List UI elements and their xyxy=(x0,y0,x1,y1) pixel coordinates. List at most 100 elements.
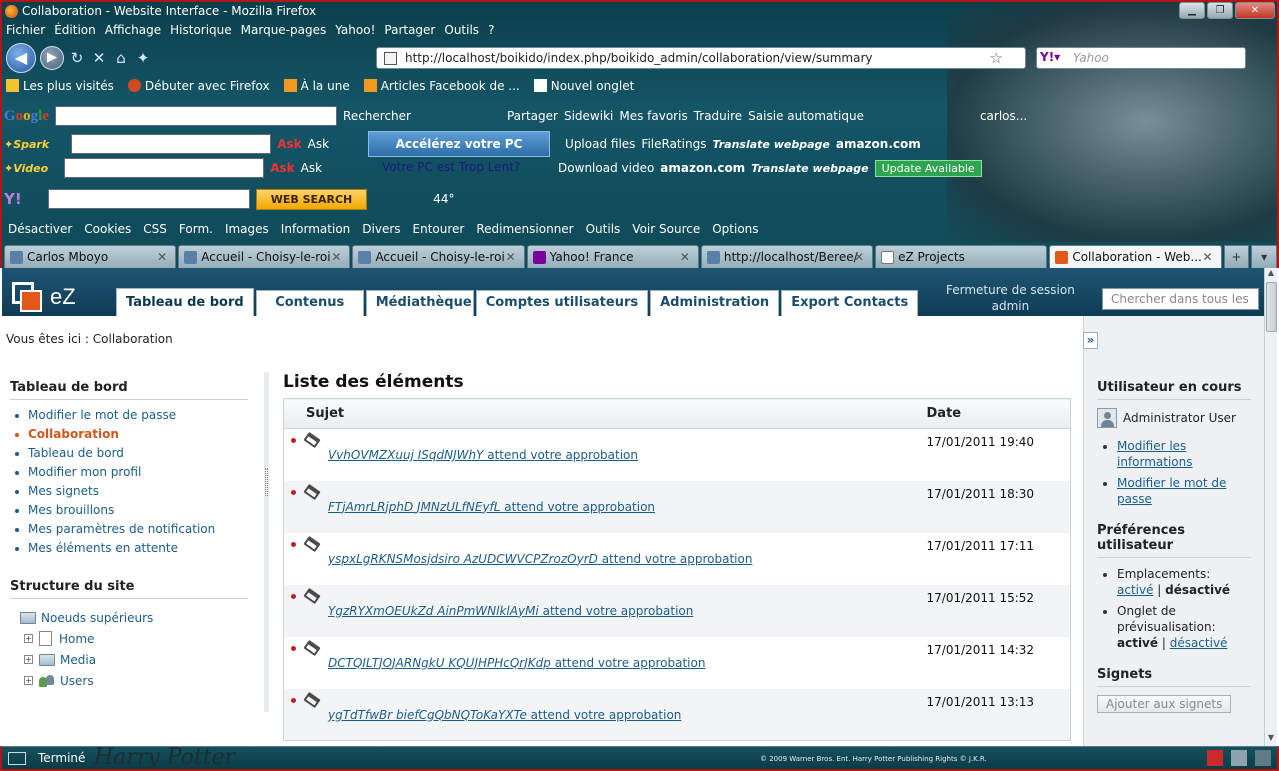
scrollbar-thumb[interactable] xyxy=(1266,282,1277,332)
wd-desactiver[interactable]: Désactiver xyxy=(8,222,72,236)
menu-modifier-profil[interactable]: Modifier mon profil xyxy=(10,465,248,479)
web-search-button[interactable]: WEB SEARCH xyxy=(255,188,368,210)
scroll-up-icon[interactable]: ▲ xyxy=(1265,268,1277,281)
tab-yahoo-france[interactable]: Yahoo! France ✕ xyxy=(526,245,699,268)
minimize-button[interactable]: ▁ xyxy=(1179,2,1205,19)
expand-icon[interactable]: + xyxy=(24,655,33,664)
collapse-right-sidebar-button[interactable]: » xyxy=(1083,332,1098,349)
item-link[interactable]: YgzRYXmOEUkZd AinPmWNlklAyMi attend votr… xyxy=(328,604,693,618)
home-icon[interactable]: ⌂ xyxy=(112,49,130,67)
search-bar[interactable]: Y!▾ Yahoo xyxy=(1036,47,1246,69)
back-button-icon[interactable]: ◀ xyxy=(6,43,36,73)
menu-yahoo[interactable]: Yahoo! xyxy=(335,23,375,37)
bookmark-item[interactable]: Nouvel onglet xyxy=(533,79,634,93)
translate-webpage-button-2[interactable]: Translate webpage xyxy=(751,162,868,175)
accelerate-pc-button[interactable]: Accélérez votre PC xyxy=(368,131,550,157)
tab-list-icon[interactable]: ▾ xyxy=(1251,245,1277,268)
item-link[interactable]: FTjAmrLRjphD JMNzULfNEyfL attend votre a… xyxy=(328,500,655,514)
menu-historique[interactable]: Historique xyxy=(170,23,232,37)
bookmark-item[interactable]: À la une xyxy=(283,79,350,93)
tab-mediatheque[interactable]: Médiathèque xyxy=(365,290,474,316)
file-ratings-button[interactable]: FileRatings xyxy=(641,137,706,151)
item-link[interactable]: yspxLgRKNSMosjdsiro AzUDCWVCPZrozOyrD at… xyxy=(328,552,752,566)
wd-form[interactable]: Form. xyxy=(179,222,213,236)
tree-node-users[interactable]: + Users xyxy=(10,670,248,691)
menu-parametres-notification[interactable]: Mes paramètres de notification xyxy=(10,522,248,536)
pdf-icon[interactable] xyxy=(1207,750,1223,766)
forward-button-icon[interactable]: ▶ xyxy=(40,46,64,70)
menu-partager[interactable]: Partager xyxy=(384,23,435,37)
google-sidewiki-button[interactable]: Sidewiki xyxy=(564,109,613,123)
amazon-link-2[interactable]: amazon.com xyxy=(660,161,745,175)
wd-divers[interactable]: Divers xyxy=(362,222,400,236)
menu-mes-brouillons[interactable]: Mes brouillons xyxy=(10,503,248,517)
tree-node-home[interactable]: + Home xyxy=(10,628,248,649)
tab-close-icon[interactable]: ✕ xyxy=(331,250,341,264)
addon-status-icon[interactable] xyxy=(1231,750,1247,766)
spark-search-input[interactable] xyxy=(71,134,272,154)
google-rechercher-button[interactable]: Rechercher xyxy=(343,109,411,123)
close-button[interactable]: ✕ xyxy=(1235,2,1275,19)
stop-icon[interactable]: ✕ xyxy=(90,49,108,67)
reload-icon[interactable]: ↻ xyxy=(68,49,86,67)
tab-close-icon[interactable]: ✕ xyxy=(680,250,690,264)
translate-webpage-button[interactable]: Translate webpage xyxy=(712,138,829,151)
tab-choisy-1[interactable]: Accueil - Choisy-le-roi ✕ xyxy=(178,245,351,268)
maximize-button[interactable]: ❐ xyxy=(1207,2,1233,19)
ask-label-2[interactable]: Ask xyxy=(301,161,322,175)
bookmark-star-icon[interactable]: ☆ xyxy=(990,49,1003,67)
menu-collaboration[interactable]: Collaboration xyxy=(10,427,248,441)
add-bookmark-button[interactable]: Ajouter aux signets xyxy=(1097,695,1232,713)
menu-marque-pages[interactable]: Marque-pages xyxy=(241,23,327,37)
wd-images[interactable]: Images xyxy=(225,222,269,236)
wd-entourer[interactable]: Entourer xyxy=(413,222,465,236)
wd-options[interactable]: Options xyxy=(712,222,758,236)
edit-info-link[interactable]: Modifier les informations xyxy=(1097,438,1251,470)
item-link[interactable]: VvhOVMZXuuj ISqdNJWhY attend votre appro… xyxy=(328,448,638,462)
wd-css[interactable]: CSS xyxy=(143,222,167,236)
menu-modifier-mot-de-passe[interactable]: Modifier le mot de passe xyxy=(10,408,248,422)
tab-close-icon[interactable]: ✕ xyxy=(157,250,167,264)
bookmark-item[interactable]: Débuter avec Firefox xyxy=(127,79,270,93)
wd-voir-source[interactable]: Voir Source xyxy=(632,222,700,236)
tab-carlos-mboyo[interactable]: Carlos Mboyo ✕ xyxy=(4,245,177,268)
wd-redimensionner[interactable]: Redimensionner xyxy=(476,222,573,236)
menu-outils[interactable]: Outils xyxy=(444,23,479,37)
sidebar-resize-handle[interactable] xyxy=(264,372,269,712)
addon-icon[interactable]: ✦ xyxy=(134,49,152,67)
update-available-button[interactable]: Update Available xyxy=(874,159,982,177)
menu-edition[interactable]: Édition xyxy=(54,23,96,37)
url-bar[interactable]: http://localhost/boikido/index.php/boiki… xyxy=(376,47,1026,69)
resize-grip-icon[interactable] xyxy=(1255,750,1271,766)
ez-logo-icon[interactable] xyxy=(12,282,42,312)
video-search-input[interactable] xyxy=(64,158,265,178)
bookmark-item[interactable]: Articles Facebook de ... xyxy=(363,79,520,93)
tab-close-icon[interactable]: ✕ xyxy=(506,250,516,264)
tab-comptes-utilisateurs[interactable]: Comptes utilisateurs xyxy=(475,290,649,316)
tab-choisy-2[interactable]: Accueil - Choisy-le-roi ✕ xyxy=(352,245,525,268)
page-scrollbar[interactable]: ▲ ▼ xyxy=(1264,268,1277,746)
new-tab-icon[interactable]: + xyxy=(1223,245,1250,268)
expand-icon[interactable]: + xyxy=(24,634,33,643)
menu-elements-en-attente[interactable]: Mes éléments en attente xyxy=(10,541,248,555)
tab-localhost-beree[interactable]: http://localhost/Beree/✕ xyxy=(700,245,874,268)
google-partager-button[interactable]: Partager xyxy=(507,109,558,123)
tab-export-contacts[interactable]: Export Contacts xyxy=(781,290,919,316)
logout-link[interactable]: Fermeture de session admin xyxy=(946,282,1075,314)
tab-close-icon[interactable]: ✕ xyxy=(1202,250,1212,264)
tree-node-media[interactable]: + Media xyxy=(10,649,248,670)
google-account-button[interactable]: carlos... xyxy=(980,109,1027,123)
google-traduire-button[interactable]: Traduire xyxy=(694,109,742,123)
menu-tableau-de-bord[interactable]: Tableau de bord xyxy=(10,446,248,460)
google-search-input[interactable] xyxy=(55,106,338,126)
wd-outils[interactable]: Outils xyxy=(586,222,621,236)
pref-enable-link[interactable]: activé xyxy=(1117,583,1153,597)
weather-temperature[interactable]: 44° xyxy=(433,192,454,206)
tab-close-icon[interactable]: ✕ xyxy=(854,250,864,264)
menu-affichage[interactable]: Affichage xyxy=(105,23,161,37)
google-favoris-button[interactable]: Mes favoris xyxy=(619,109,687,123)
edit-password-link[interactable]: Modifier le mot de passe xyxy=(1097,475,1251,507)
pref-disable-link[interactable]: désactivé xyxy=(1170,636,1228,650)
menu-fichier[interactable]: Fichier xyxy=(6,23,45,37)
expand-icon[interactable]: + xyxy=(24,676,33,685)
